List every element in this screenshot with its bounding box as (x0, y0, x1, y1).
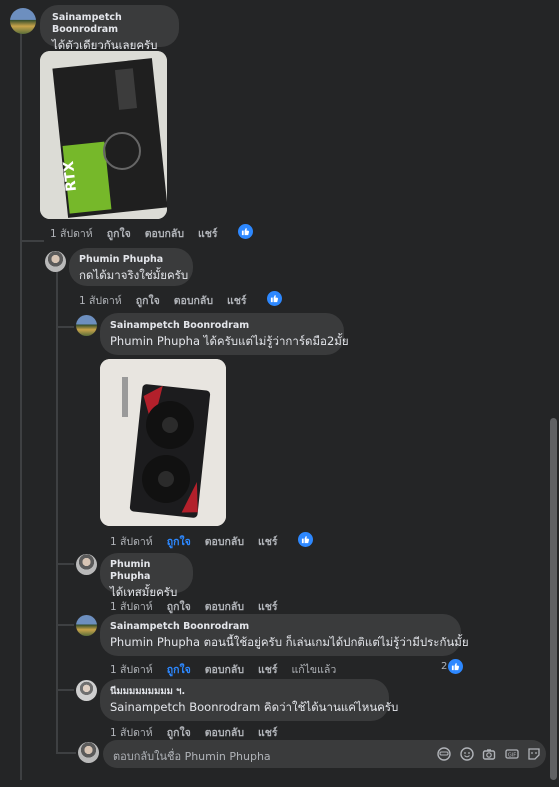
share-button[interactable]: แชร์ (258, 661, 278, 678)
emoji-icon[interactable] (437, 747, 451, 761)
comment-bubble: นีมมมมมมมมม ฯ. Sainampetch Boonrodram คิ… (100, 679, 399, 721)
timestamp[interactable]: 1 สัปดาห์ (110, 724, 153, 741)
comment-bubble: Sainampetch Boonrodram Phumin Phupha ได้… (100, 313, 349, 355)
comment-photo[interactable] (100, 359, 226, 526)
avatar[interactable] (76, 315, 97, 336)
comment-text: ได้ตัวเดียวกันเลยครับ (52, 37, 158, 52)
thread-line (20, 33, 22, 780)
reply-button[interactable]: ตอบกลับ (205, 724, 244, 741)
reply-placeholder[interactable]: ตอบกลับในชื่อ Phumin Phupha (113, 747, 271, 765)
share-button[interactable]: แชร์ (258, 533, 278, 550)
avatar[interactable] (10, 8, 36, 34)
camera-icon[interactable] (482, 747, 496, 761)
gif-icon[interactable]: GIF (505, 747, 519, 761)
rtx-box-image: RTX (40, 51, 167, 219)
avatar[interactable] (45, 251, 66, 272)
like-button[interactable]: ถูกใจ (167, 533, 191, 550)
comment-actions: 1 สัปดาห์ ถูกใจ ตอบกลับ แชร์ (110, 724, 292, 741)
comment-text: Sainampetch Boonrodram คิดว่าใช้ได้นานแค… (110, 699, 399, 714)
timestamp[interactable]: 1 สัปดาห์ (79, 292, 122, 309)
like-reaction-icon[interactable] (267, 291, 282, 306)
reply-button[interactable]: ตอบกลับ (145, 225, 184, 242)
comment-actions: 1 สัปดาห์ ถูกใจ ตอบกลับ แชร์ (110, 533, 292, 550)
avatar[interactable] (76, 680, 97, 701)
edited-label[interactable]: แก้ไขแล้ว (292, 661, 337, 678)
thread-line (20, 240, 44, 242)
sticker-icon[interactable] (527, 747, 541, 761)
timestamp[interactable]: 1 สัปดาห์ (110, 533, 153, 550)
sticker-smile-icon[interactable] (460, 747, 474, 761)
gpu-card-image (100, 359, 226, 526)
comment-bubble: Sainampetch Boonrodram ได้ตัวเดียวกันเลย… (40, 5, 179, 52)
like-button[interactable]: ถูกใจ (167, 724, 191, 741)
comment-text: Phumin Phupha ตอนนี้ใช้อยู่ครับ ก็เล่นเก… (110, 634, 469, 649)
reply-button[interactable]: ตอบกลับ (205, 598, 244, 615)
timestamp[interactable]: 1 สัปดาห์ (110, 661, 153, 678)
reply-button[interactable]: ตอบกลับ (174, 292, 213, 309)
like-reaction-icon[interactable] (298, 532, 313, 547)
comment-text: Phumin Phupha ได้ครับแต่ไม่รู้ว่าการ์ดมื… (110, 333, 349, 348)
comment-author[interactable]: Phumin Phupha (79, 254, 183, 266)
share-button[interactable]: แชร์ (258, 724, 278, 741)
timestamp[interactable]: 1 สัปดาห์ (110, 598, 153, 615)
reply-button[interactable]: ตอบกลับ (205, 533, 244, 550)
thread-line (56, 624, 74, 626)
comment-author[interactable]: Sainampetch Boonrodram (110, 320, 334, 332)
reply-input[interactable]: ตอบกลับในชื่อ Phumin Phupha GIF (103, 740, 546, 768)
share-button[interactable]: แชร์ (258, 598, 278, 615)
comment-author[interactable]: Sainampetch Boonrodram (110, 621, 451, 633)
thread-line (56, 563, 74, 565)
thread-line (56, 752, 76, 754)
like-button[interactable]: ถูกใจ (107, 225, 131, 242)
share-button[interactable]: แชร์ (227, 292, 247, 309)
comment-actions: 1 สัปดาห์ ถูกใจ ตอบกลับ แชร์ แก้ไขแล้ว (110, 661, 350, 678)
comment-actions: 1 สัปดาห์ ถูกใจ ตอบกลับ แชร์ (110, 598, 292, 615)
comment-text: ได้เทสมั้ยครับ (110, 584, 178, 599)
avatar[interactable] (76, 554, 97, 575)
reply-button[interactable]: ตอบกลับ (205, 661, 244, 678)
avatar[interactable] (76, 615, 97, 636)
reaction-count[interactable]: 2 (441, 661, 447, 672)
like-button[interactable]: ถูกใจ (167, 598, 191, 615)
thread-line (56, 272, 58, 752)
comment-author[interactable]: นีมมมมมมมมม ฯ. (110, 686, 379, 698)
comment-photo[interactable]: RTX (40, 51, 167, 219)
comment-author[interactable]: Sainampetch Boonrodram (52, 12, 167, 36)
like-button[interactable]: ถูกใจ (167, 661, 191, 678)
avatar[interactable] (78, 742, 99, 763)
thread-line (56, 689, 74, 691)
comment-actions: 1 สัปดาห์ ถูกใจ ตอบกลับ แชร์ (79, 292, 261, 309)
like-button[interactable]: ถูกใจ (136, 292, 160, 309)
scrollbar[interactable] (550, 418, 557, 780)
timestamp[interactable]: 1 สัปดาห์ (50, 225, 93, 242)
like-reaction-icon[interactable] (448, 659, 463, 674)
svg-text:GIF: GIF (508, 752, 516, 758)
comment-bubble: Sainampetch Boonrodram Phumin Phupha ตอน… (100, 614, 469, 656)
comment-bubble: Phumin Phupha ได้เทสมั้ยครับ (100, 553, 193, 599)
svg-text:RTX: RTX (61, 160, 80, 192)
like-reaction-icon[interactable] (238, 224, 253, 239)
comment-text: กดได้มาจริงใช่มั้ยครับ (79, 267, 189, 282)
comment-actions: 1 สัปดาห์ ถูกใจ ตอบกลับ แชร์ (50, 225, 232, 242)
share-button[interactable]: แชร์ (198, 225, 218, 242)
comment-author[interactable]: Phumin Phupha (110, 559, 183, 583)
thread-line (56, 326, 74, 328)
comment-bubble: Phumin Phupha กดได้มาจริงใช่มั้ยครับ (69, 248, 193, 286)
